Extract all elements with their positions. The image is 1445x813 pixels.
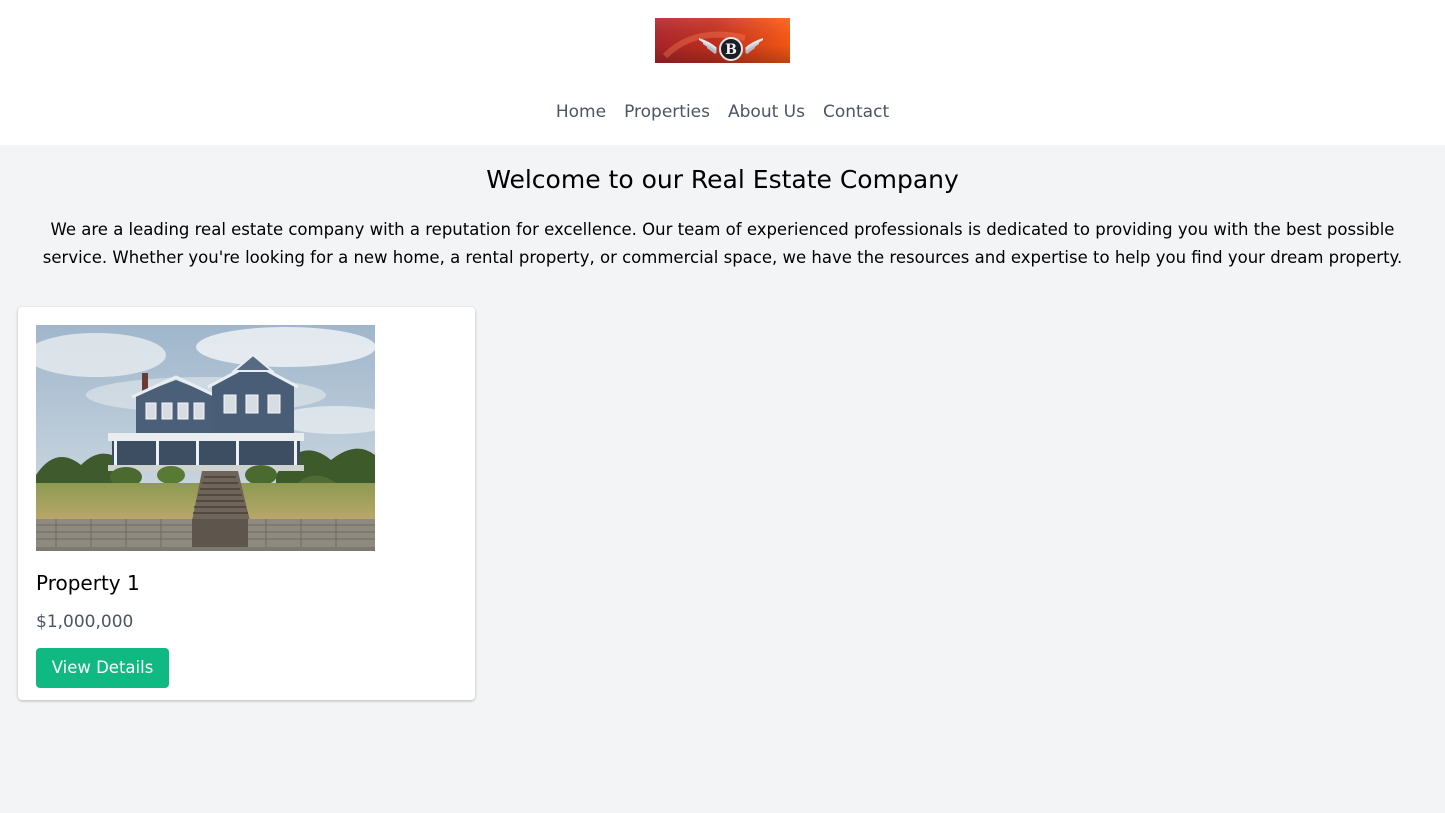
nav-link-home[interactable]: Home: [556, 100, 606, 124]
view-details-button[interactable]: View Details: [36, 648, 169, 688]
svg-text:B: B: [725, 42, 737, 58]
main-nav: Home Properties About Us Contact: [0, 100, 1445, 124]
winged-b-emblem-icon: B: [655, 18, 790, 63]
site-header: B Home Properties About Us Contact: [0, 0, 1445, 145]
property-title[interactable]: Property 1: [36, 569, 140, 597]
nav-link-about-us[interactable]: About Us: [728, 100, 805, 124]
company-logo[interactable]: B: [655, 18, 790, 63]
intro-paragraph: We are a leading real estate company wit…: [42, 220, 1403, 267]
property-image[interactable]: [36, 325, 375, 551]
property-price: $1,000,000: [36, 612, 134, 632]
nav-link-contact[interactable]: Contact: [823, 100, 889, 124]
victorian-house-photo-icon: [36, 325, 375, 551]
page-title: Welcome to our Real Estate Company: [486, 165, 959, 194]
property-card: Property 1 $1,000,000 View Details: [18, 307, 475, 700]
nav-link-properties[interactable]: Properties: [624, 100, 710, 124]
